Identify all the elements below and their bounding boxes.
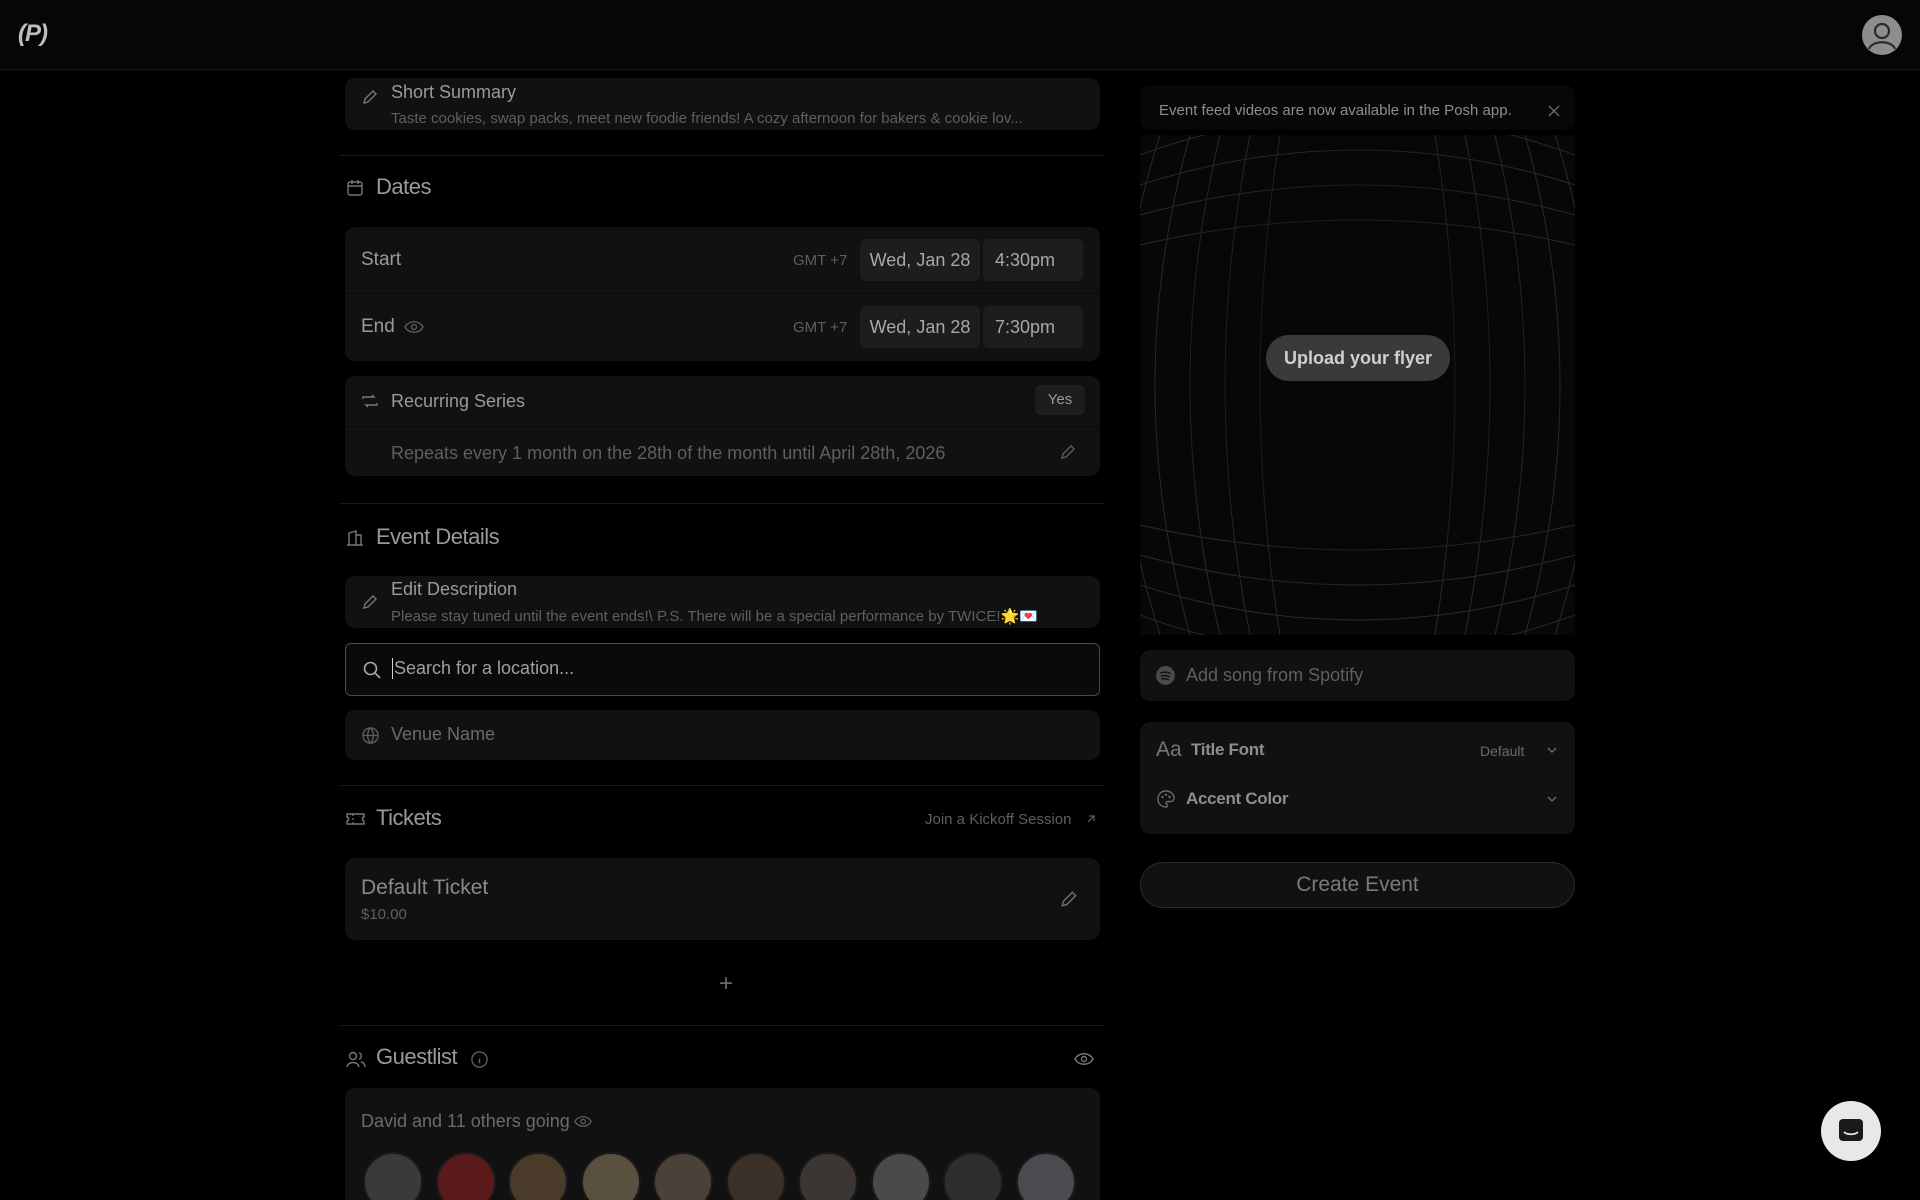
pencil-icon[interactable]	[1059, 889, 1079, 909]
kickoff-session-link[interactable]: Join a Kickoff Session	[925, 811, 1071, 828]
divider	[340, 503, 1105, 504]
title-font-label: Title Font	[1191, 740, 1265, 759]
pencil-icon	[363, 90, 377, 104]
start-timezone[interactable]: GMT +7	[793, 252, 847, 269]
title-font-value[interactable]: Default	[1480, 743, 1524, 759]
posh-logo[interactable]: (P)	[18, 20, 48, 48]
guest-avatar[interactable]	[363, 1152, 423, 1200]
info-icon[interactable]	[470, 1050, 489, 1069]
eye-icon[interactable]	[1074, 1052, 1094, 1066]
start-date-picker[interactable]: Wed, Jan 28	[860, 239, 980, 281]
top-bar: (P)	[0, 0, 1920, 70]
start-label: Start	[361, 249, 402, 270]
divider	[340, 155, 1105, 156]
edit-description-label: Edit Description	[391, 579, 518, 599]
create-event-button[interactable]: Create Event	[1140, 862, 1575, 908]
guest-avatar[interactable]	[508, 1152, 568, 1200]
end-time-picker[interactable]: 7:30pm	[983, 306, 1083, 348]
end-label: End	[361, 316, 395, 337]
short-summary-text: Taste cookies, swap packs, meet new food…	[391, 110, 1023, 127]
recurring-description: Repeats every 1 month on the 28th of the…	[391, 443, 946, 463]
recurring-toggle[interactable]: Yes	[1035, 385, 1085, 415]
divider	[345, 293, 1100, 294]
recurring-series-label: Recurring Series	[391, 391, 526, 411]
support-chat-button[interactable]	[1821, 1101, 1881, 1161]
end-date-picker[interactable]: Wed, Jan 28	[860, 306, 980, 348]
notice-text: Event feed videos are now available in t…	[1159, 102, 1512, 119]
building-icon	[347, 530, 363, 546]
user-avatar-button[interactable]	[1862, 15, 1902, 55]
divider	[340, 785, 1105, 786]
upload-flyer-button[interactable]: Upload your flyer	[1266, 335, 1450, 381]
chevron-down-icon[interactable]	[1546, 793, 1558, 805]
palette-icon	[1157, 790, 1175, 808]
guest-avatar[interactable]	[798, 1152, 858, 1200]
globe-icon	[362, 727, 379, 745]
chat-icon	[1839, 1119, 1863, 1141]
location-search-field[interactable]: Search for a location...	[345, 643, 1100, 696]
start-time-picker[interactable]: 4:30pm	[983, 239, 1083, 281]
divider	[345, 426, 1100, 427]
guestlist-card: David and 11 others going	[345, 1088, 1100, 1200]
chevron-down-icon[interactable]	[1546, 744, 1558, 756]
pencil-icon	[363, 595, 377, 609]
spotify-icon	[1156, 666, 1175, 685]
repeat-icon	[362, 394, 378, 408]
add-ticket-button[interactable]: +	[719, 970, 733, 998]
user-icon	[1867, 22, 1897, 50]
spotify-field[interactable]: Add song from Spotify	[1140, 650, 1575, 701]
guest-count-text: David and 11 others going	[361, 1111, 570, 1131]
recurring-series-card: Recurring Series Yes Repeats every 1 mon…	[345, 376, 1100, 476]
ticket-card[interactable]: Default Ticket $10.00	[345, 858, 1100, 940]
guest-avatar[interactable]	[435, 1152, 496, 1200]
close-icon[interactable]	[1548, 105, 1560, 117]
edit-description-card[interactable]: Edit Description Please stay tuned until…	[345, 576, 1100, 628]
venue-name-input[interactable]: Venue Name	[391, 724, 495, 745]
short-summary-card[interactable]: Short Summary Taste cookies, swap packs,…	[345, 78, 1100, 130]
ticket-icon	[346, 813, 365, 825]
calendar-icon	[347, 180, 363, 196]
guest-avatar[interactable]	[653, 1152, 713, 1200]
guest-avatar[interactable]	[870, 1152, 931, 1200]
pencil-icon[interactable]	[1059, 443, 1077, 461]
location-search-input[interactable]: Search for a location...	[392, 658, 574, 679]
dates-card: Start GMT +7 Wed, Jan 28 4:30pm End GMT …	[345, 227, 1100, 361]
flyer-upload-area[interactable]: Upload your flyer	[1140, 135, 1575, 635]
accent-color-label: Accent Color	[1186, 789, 1289, 808]
search-icon	[363, 661, 381, 679]
grid-background	[1140, 135, 1575, 635]
description-text: Please stay tuned until the event ends!\…	[391, 608, 1038, 625]
short-summary-label: Short Summary	[391, 82, 517, 102]
notice-banner: Event feed videos are now available in t…	[1140, 85, 1575, 130]
dates-title: Dates	[376, 174, 431, 199]
arrow-up-right-icon	[1087, 815, 1095, 823]
event-details-title: Event Details	[376, 524, 500, 549]
font-icon: Aa	[1156, 738, 1182, 761]
ticket-price: $10.00	[361, 906, 407, 923]
style-settings-card: Aa Title Font Default Accent Color	[1140, 722, 1575, 834]
tickets-title: Tickets	[376, 805, 442, 830]
eye-icon[interactable]	[404, 320, 424, 334]
divider	[340, 1025, 1105, 1026]
users-icon	[346, 1051, 366, 1068]
guest-avatar[interactable]	[1015, 1152, 1076, 1200]
ticket-name: Default Ticket	[361, 876, 489, 899]
end-timezone[interactable]: GMT +7	[793, 319, 847, 336]
guest-avatar[interactable]	[943, 1152, 1003, 1200]
eye-icon[interactable]	[574, 1115, 592, 1128]
guest-avatar[interactable]	[725, 1152, 786, 1200]
guestlist-title: Guestlist	[376, 1044, 458, 1069]
venue-name-field[interactable]: Venue Name	[345, 710, 1100, 760]
spotify-input[interactable]: Add song from Spotify	[1186, 665, 1363, 686]
guest-avatar[interactable]	[580, 1152, 641, 1200]
